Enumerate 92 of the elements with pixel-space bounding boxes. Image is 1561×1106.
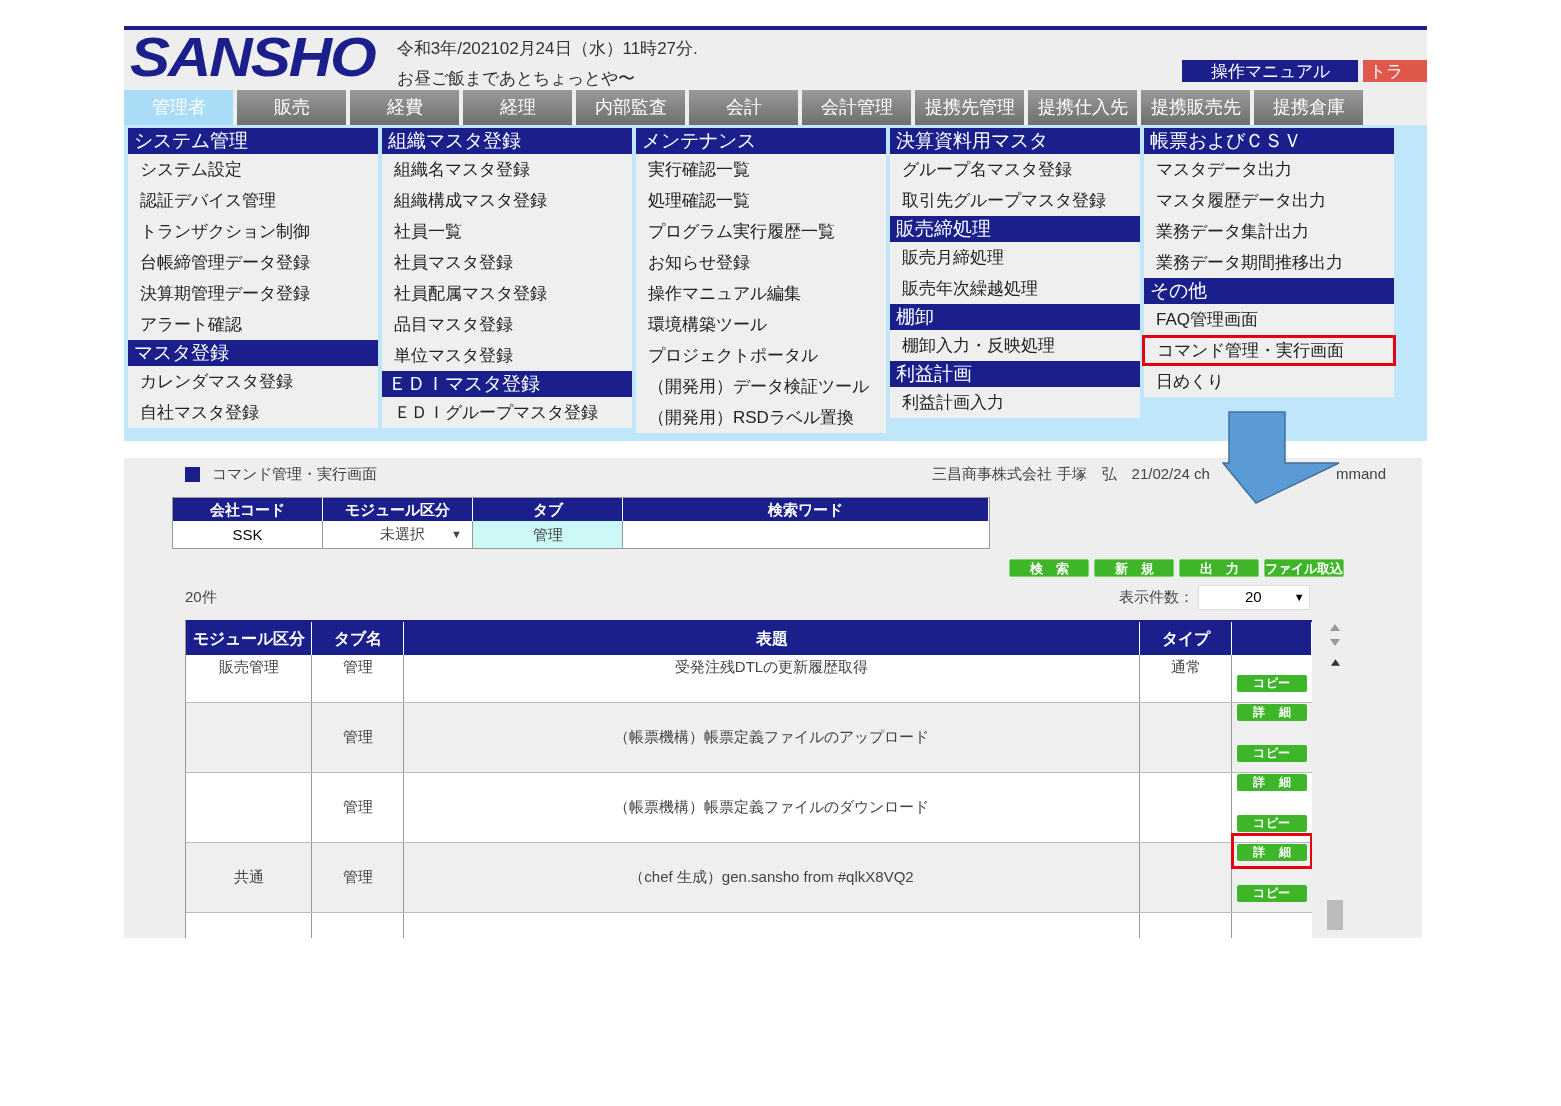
menu-item[interactable]: FAQ管理画面 (1144, 304, 1394, 335)
menu-item[interactable]: 操作マニュアル編集 (636, 278, 886, 309)
form-header-cell: 検索ワード (623, 498, 989, 521)
menu-section-header: その他 (1144, 278, 1394, 304)
menu-item[interactable]: 日めくり (1144, 366, 1394, 397)
menu-item[interactable]: 決算期管理データ登録 (128, 278, 378, 309)
table-cell-text: （帳票機構）帳票定義ファイルのダウンロード (614, 797, 929, 818)
nav-tab[interactable]: 提携倉庫 (1254, 90, 1363, 125)
menu-item[interactable]: 社員配属マスタ登録 (382, 278, 632, 309)
user-info-text: mmand (1335, 463, 1386, 484)
menu-item[interactable]: 社員一覧 (382, 216, 632, 247)
form-header-cell: モジュール区分 (323, 498, 473, 521)
menu-section-header: マスタ登録 (128, 340, 378, 366)
table-cell-text: （chef 生成）gen.sansho from #qlkX8VQ2 (629, 867, 914, 888)
page-title: コマンド管理・実行画面 (212, 463, 377, 484)
logo: SANSHO (130, 30, 375, 86)
table-cell-text: 共通 (233, 867, 264, 888)
header-button[interactable]: 操作マニュアル (1182, 60, 1358, 82)
menu-section-header: システム管理 (128, 128, 378, 154)
datetime-text: 令和3年/202102月24日（水）11時27分. (396, 38, 698, 60)
menu-item[interactable]: 組織名マスタ登録 (382, 154, 632, 185)
table-cell-text: 販売管理 (218, 657, 279, 678)
result-count: 20件 (185, 587, 217, 608)
dropdown-caret: ▼ (451, 527, 462, 543)
nav-tab[interactable]: 提携仕入先 (1028, 90, 1137, 125)
menu-section-header: 利益計画 (890, 361, 1140, 387)
nav-tab[interactable]: 内部監査 (576, 90, 685, 125)
menu-item[interactable]: トランザクション制御 (128, 216, 378, 247)
menu-section-header: 帳票およびＣＳＶ (1144, 128, 1394, 154)
menu-item[interactable]: お知らせ登録 (636, 247, 886, 278)
menu-section-header: 組織マスタ登録 (382, 128, 632, 154)
menu-item[interactable]: カレンダマスタ登録 (128, 366, 378, 397)
menu-item[interactable]: （開発用）RSDラベル置換 (636, 402, 886, 433)
menu-section-header: ＥＤＩマスタ登録 (382, 371, 632, 397)
table-cell-text: 管理 (342, 797, 373, 818)
table-cell-text: 通常 (1170, 657, 1201, 678)
menu-item[interactable]: 実行確認一覧 (636, 154, 886, 185)
menu-item[interactable]: 自社マスタ登録 (128, 397, 378, 428)
tab-field[interactable]: 管理 (473, 521, 623, 548)
nav-tab[interactable]: 販売 (237, 90, 346, 125)
menu-item[interactable]: 販売月締処理 (890, 242, 1140, 273)
menu-item[interactable]: マスタ履歴データ出力 (1144, 185, 1394, 216)
menu-item[interactable]: 棚卸入力・反映処理 (890, 330, 1140, 361)
menu-item[interactable]: マスタデータ出力 (1144, 154, 1394, 185)
nav-tab[interactable]: 会計 (689, 90, 798, 125)
menu-item[interactable]: 業務データ集計出力 (1144, 216, 1394, 247)
menu-item[interactable]: 認証デバイス管理 (128, 185, 378, 216)
nav-tab[interactable]: 提携販売先 (1141, 90, 1250, 125)
menu-item[interactable]: 単位マスタ登録 (382, 340, 632, 371)
menu-item[interactable]: システム設定 (128, 154, 378, 185)
menu-item[interactable]: 処理確認一覧 (636, 185, 886, 216)
page-size-select[interactable]: 20 ▼ (1198, 585, 1310, 610)
scroll-up-icon[interactable] (1330, 659, 1340, 666)
page-size-label: 表示件数： (1119, 587, 1194, 608)
menu-item[interactable]: 組織構成マスタ登録 (382, 185, 632, 216)
user-info-text: 三昌商事株式会社 手塚 弘 21/02/24 ch (932, 463, 1210, 484)
menu-item[interactable]: 社員マスタ登録 (382, 247, 632, 278)
greeting-text: お昼ご飯まであとちょっとや〜 (396, 67, 636, 90)
nav-tab[interactable]: 会計管理 (802, 90, 911, 125)
menu-section-header: 決算資料用マスタ (890, 128, 1140, 154)
menu-item[interactable]: （開発用）データ検証ツール (636, 371, 886, 402)
menu-item[interactable]: 品目マスタ登録 (382, 309, 632, 340)
nav-tab[interactable]: 提携先管理 (915, 90, 1024, 125)
menu-item[interactable]: プロジェクトポータル (636, 340, 886, 371)
menu-item[interactable]: 台帳締管理データ登録 (128, 247, 378, 278)
header-button[interactable]: トラ (1363, 60, 1427, 82)
scroll-down-icon[interactable] (1330, 639, 1340, 646)
company-code-field[interactable]: SSK (173, 521, 323, 548)
scrollbar-thumb[interactable] (1327, 900, 1343, 930)
dropdown-caret: ▼ (1293, 590, 1305, 606)
menu-item[interactable]: 環境構築ツール (636, 309, 886, 340)
menu-item[interactable]: プログラム実行履歴一覧 (636, 216, 886, 247)
menu-section-header: メンテナンス (636, 128, 886, 154)
menu-section-header: 棚卸 (890, 304, 1140, 330)
table-cell-text: 管理 (342, 727, 373, 748)
menu-item[interactable]: グループ名マスタ登録 (890, 154, 1140, 185)
menu-item[interactable]: ＥＤＩグループマスタ登録 (382, 397, 632, 428)
menu-item[interactable]: 利益計画入力 (890, 387, 1140, 418)
menu-item[interactable]: 業務データ期間推移出力 (1144, 247, 1394, 278)
nav-tab[interactable]: 経費 (350, 90, 459, 125)
menu-item[interactable]: アラート確認 (128, 309, 378, 340)
menu-section-header: 販売締処理 (890, 216, 1140, 242)
title-marker-icon (185, 466, 200, 482)
nav-tab[interactable]: 経理 (463, 90, 572, 125)
menu-item[interactable]: 取引先グループマスタ登録 (890, 185, 1140, 216)
menu-item[interactable]: コマンド管理・実行画面 (1142, 335, 1396, 366)
menu-item[interactable]: 販売年次繰越処理 (890, 273, 1140, 304)
table-cell-text: 管理 (342, 657, 373, 678)
table-cell-text: 管理 (342, 867, 373, 888)
table-cell-text: （帳票機構）帳票定義ファイルのアップロード (614, 727, 929, 748)
form-header-cell: 会社コード (173, 498, 323, 521)
table-cell-text: 受発注残DTLの更新履歴取得 (674, 657, 869, 678)
